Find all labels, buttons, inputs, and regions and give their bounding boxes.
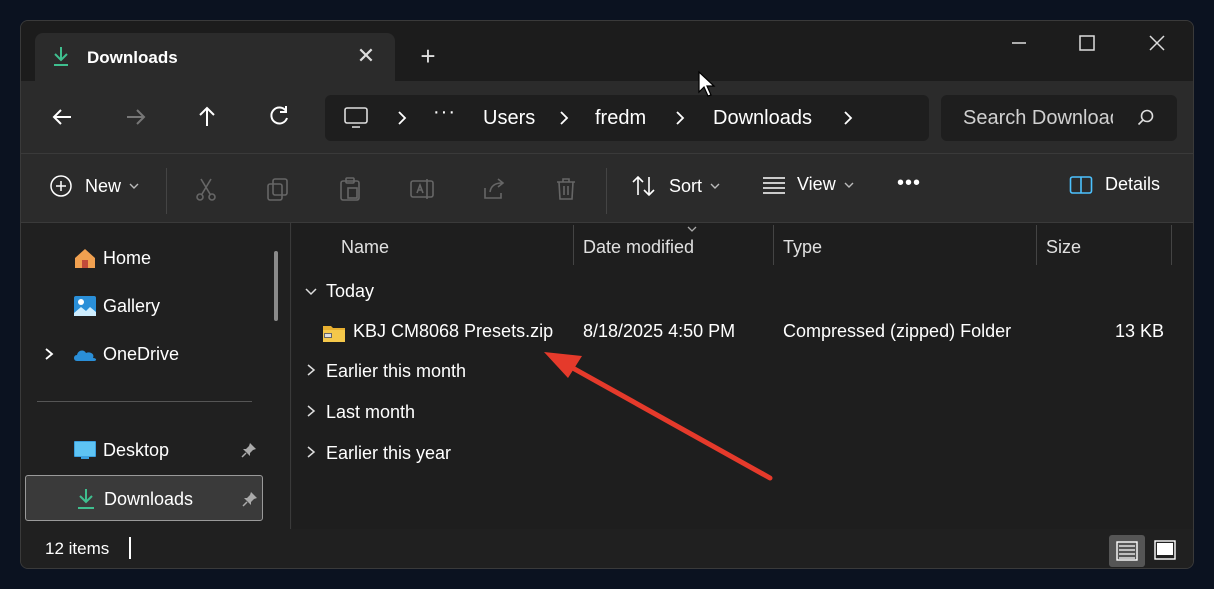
annotation-arrow-icon [544, 352, 773, 481]
mouse-cursor-icon [698, 70, 716, 97]
